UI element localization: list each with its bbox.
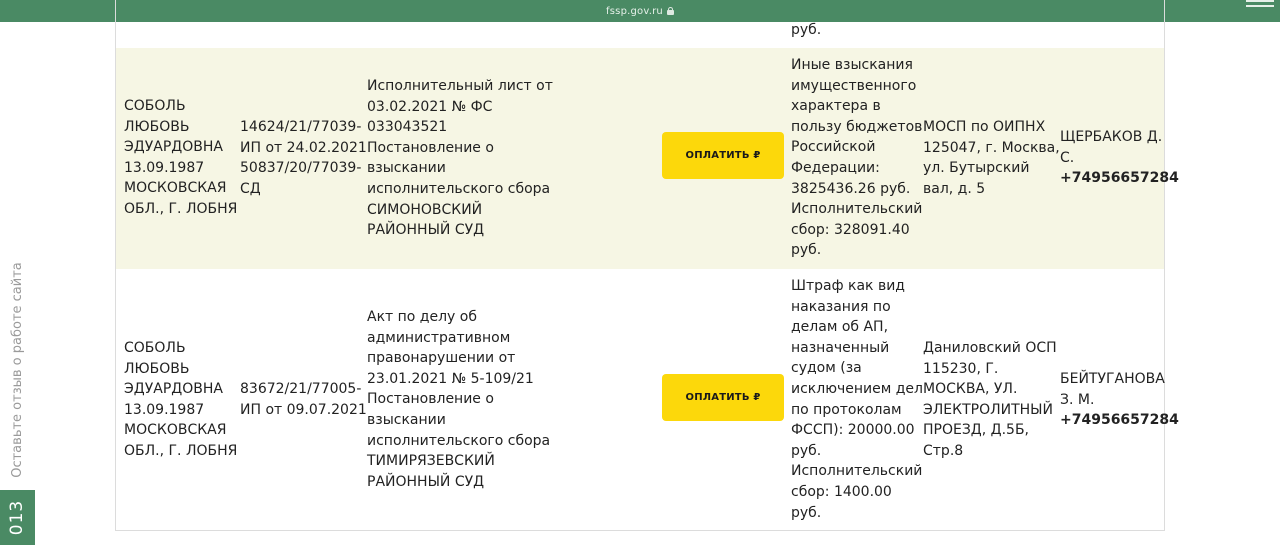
department-cell: Даниловский ОСП 115230, Г. МОСКВА, УЛ. Э… xyxy=(923,338,1057,462)
cell-line: Постановление о xyxy=(367,139,494,156)
table-row: СОБОЛЬ ЛЮБОВЬ ЭДУАРДОВНА 13.09.1987 МОСК… xyxy=(116,48,1179,269)
department-cell: МОСП по ОИПНХ 125047, г. Москва, ул. Бут… xyxy=(923,117,1060,199)
cell-line: 033043521 xyxy=(367,119,448,136)
table-row: СОБОЛЬ ЛЮБОВЬ ЭДУАРДОВНА 13.09.1987 МОСК… xyxy=(116,269,1179,530)
cell-line: вал, д. 5 xyxy=(923,180,986,197)
proceeding-cell: 83672/21/77005- ИП от 09.07.2021 xyxy=(240,379,367,420)
cell-line: сбор: 1400.00 xyxy=(791,483,892,500)
cell-line: 23.01.2021 № 5-109/21 xyxy=(367,370,534,387)
cell-line: 14624/21/77039- xyxy=(240,119,362,135)
cell-line: СОБОЛЬ xyxy=(124,98,186,114)
cell-line: делам об АП, xyxy=(791,319,889,336)
cell-line: РАЙОННЫЙ СУД xyxy=(367,473,485,490)
cell-line: Исполнительский xyxy=(791,463,923,480)
cell-line: характера в xyxy=(791,98,881,115)
cell-line: административном xyxy=(367,329,511,346)
cell-line: исполнительского сбора xyxy=(367,180,551,197)
cell-line: судом (за xyxy=(791,360,862,377)
cell-line: Иные взыскания xyxy=(791,57,913,73)
results-table: руб. СОБОЛЬ ЛЮБОВЬ ЭДУАРДОВНА 13.09.1987… xyxy=(115,0,1179,531)
proceeding-cell: 14624/21/77039- ИП от 24.02.2021 50837/2… xyxy=(240,117,367,199)
bailiff-cell: ЩЕРБАКОВ Д. С. +74956657284 xyxy=(1060,127,1179,189)
subject-cell: Иные взыскания имущественного характера … xyxy=(791,55,922,261)
cell-line: Штраф как вид xyxy=(791,278,905,294)
cell-line: руб. xyxy=(791,242,822,259)
table-row: руб. xyxy=(116,22,1164,48)
cell-line: ПРОЕЗД, Д.5Б, xyxy=(923,422,1029,439)
cell-line: наказания по xyxy=(791,298,891,315)
cell-line: исполнительского сбора xyxy=(367,432,551,449)
cell-line: руб. xyxy=(791,22,822,38)
cell-line: 83672/21/77005- xyxy=(240,381,362,397)
cell-line: 50837/20/77039- xyxy=(240,160,362,177)
cell-line: ЛЮБОВЬ xyxy=(124,360,190,377)
cell-line: 13.09.1987 xyxy=(124,401,205,418)
cell-line: руб. xyxy=(791,504,822,521)
cell-line: З. М. xyxy=(1060,391,1095,408)
cell-line: Федерации: xyxy=(791,159,880,176)
feedback-label: Оставьте отзыв о работе сайта xyxy=(10,262,25,478)
cell-line: ЩЕРБАКОВ Д. xyxy=(1060,129,1163,145)
cell-line: ОБЛ., Г. ЛОБНЯ xyxy=(124,200,238,217)
subject-cell: руб. xyxy=(791,20,821,41)
cell-line: С. xyxy=(1060,149,1075,166)
debtor-cell: СОБОЛЬ ЛЮБОВЬ ЭДУАРДОВНА 13.09.1987 МОСК… xyxy=(124,338,237,462)
cell-line: РАЙОННЫЙ СУД xyxy=(367,222,485,239)
cell-line: имущественного xyxy=(791,77,917,94)
pay-button[interactable]: ОПЛАТИТЬ ₽ xyxy=(662,374,784,421)
subject-cell: Штраф как вид наказания по делам об АП, … xyxy=(791,276,923,523)
feedback-badge[interactable]: 013 xyxy=(0,490,35,545)
cell-line: МОСКВА, УЛ. xyxy=(923,381,1018,398)
cell-line: ЛЮБОВЬ xyxy=(124,118,190,135)
cell-line: МОСП по ОИПНХ xyxy=(923,119,1046,135)
cell-line: ФССП): 20000.00 xyxy=(791,422,915,439)
cell-line: Исполнительный лист от xyxy=(367,78,553,94)
cell-line: ул. Бутырский xyxy=(923,160,1030,177)
cell-line: ЭЛЕКТРОЛИТНЫЙ xyxy=(923,401,1054,418)
feedback-tab[interactable]: Оставьте отзыв о работе сайта xyxy=(0,255,36,485)
cell-line: ИП от 24.02.2021 xyxy=(240,139,367,156)
cell-line: назначенный xyxy=(791,339,890,356)
menu-icon[interactable] xyxy=(1240,0,1280,8)
cell-line: исключением дел xyxy=(791,380,923,397)
cell-line: СД xyxy=(240,180,261,197)
cell-line: 125047, г. Москва, xyxy=(923,139,1060,156)
cell-line: Российской xyxy=(791,139,876,156)
cell-line: МОСКОВСКАЯ xyxy=(124,422,227,439)
pay-button[interactable]: ОПЛАТИТЬ ₽ xyxy=(662,132,784,179)
badge-label: 013 xyxy=(7,499,27,536)
cell-line: правонарушении от xyxy=(367,350,516,367)
cell-line: руб. xyxy=(791,442,822,459)
document-cell: Акт по делу об административном правонар… xyxy=(367,307,550,492)
cell-line: 115230, Г. xyxy=(923,360,999,377)
document-cell: Исполнительный лист от 03.02.2021 № ФС 0… xyxy=(367,76,553,241)
cell-line: пользу бюджетов xyxy=(791,118,923,135)
bailiff-cell: БЕЙТУГАНОВА З. М. +74956657284 xyxy=(1060,369,1179,431)
cell-line: МОСКОВСКАЯ xyxy=(124,180,227,197)
cell-line: взыскании xyxy=(367,411,446,428)
cell-line: 3825436.26 руб. xyxy=(791,180,911,197)
cell-line: ЭДУАРДОВНА xyxy=(124,139,223,156)
cell-line: Даниловский ОСП xyxy=(923,340,1057,356)
cell-line: Исполнительский xyxy=(791,201,923,218)
debtor-cell: СОБОЛЬ ЛЮБОВЬ ЭДУАРДОВНА 13.09.1987 МОСК… xyxy=(124,96,237,220)
cell-line: Акт по делу об xyxy=(367,309,477,325)
cell-line: по протоколам xyxy=(791,401,902,418)
cell-line: БЕЙТУГАНОВА xyxy=(1060,371,1165,387)
cell-line: ИП от 09.07.2021 xyxy=(240,401,367,418)
cell-line: ЭДУАРДОВНА xyxy=(124,381,223,398)
cell-line: ОБЛ., Г. ЛОБНЯ xyxy=(124,442,238,459)
cell-line: сбор: 328091.40 xyxy=(791,221,910,238)
bailiff-phone: +74956657284 xyxy=(1060,170,1179,187)
cell-line: 13.09.1987 xyxy=(124,159,205,176)
cell-line: Стр.8 xyxy=(923,442,964,459)
cell-line: взыскании xyxy=(367,160,446,177)
cell-line: СИМОНОВСКИЙ xyxy=(367,201,483,218)
bailiff-phone: +74956657284 xyxy=(1060,412,1179,429)
cell-line: ТИМИРЯЗЕВСКИЙ xyxy=(367,453,495,470)
cell-line: 03.02.2021 № ФС xyxy=(367,98,493,115)
cell-line: СОБОЛЬ xyxy=(124,340,186,356)
cell-line: Постановление о xyxy=(367,391,494,408)
